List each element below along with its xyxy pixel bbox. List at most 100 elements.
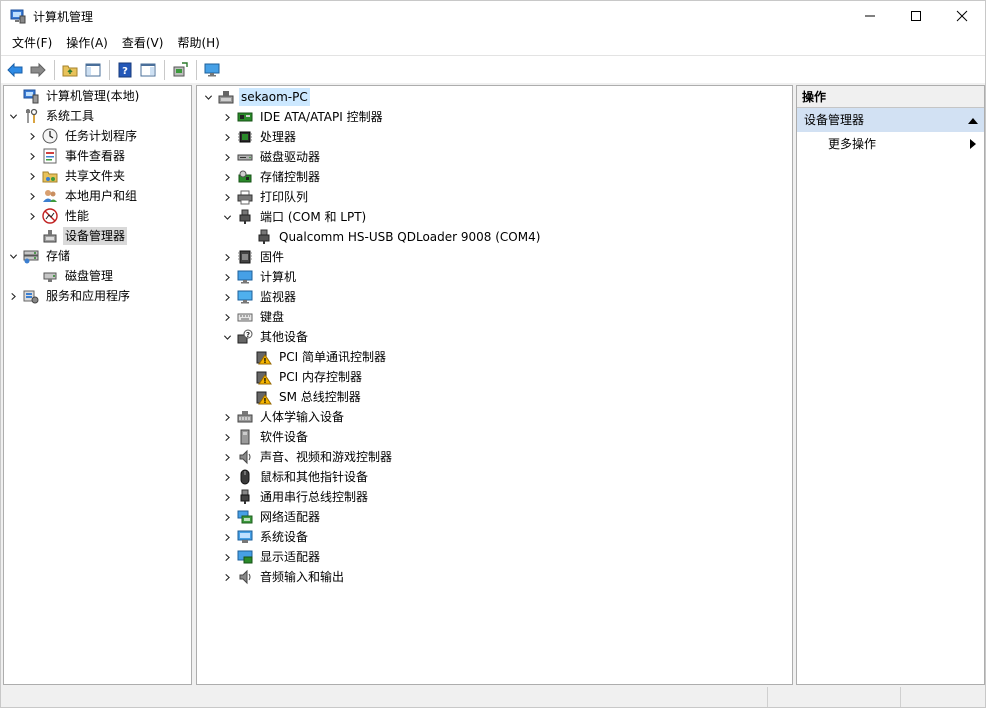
tree-node[interactable]: 磁盘管理 [4, 266, 191, 286]
action-more-actions-label: 更多操作 [828, 137, 877, 151]
tree-node[interactable]: 计算机管理(本地) [4, 86, 191, 106]
chevron-right-icon[interactable] [26, 190, 38, 202]
chevron-right-icon[interactable] [221, 291, 233, 303]
chevron-right-icon[interactable] [26, 210, 38, 222]
tree-node[interactable]: ! SM 总线控制器 [197, 387, 792, 407]
tree-node[interactable]: 存储 [4, 246, 191, 266]
tree-node[interactable]: 固件 [197, 247, 792, 267]
tree-node[interactable]: 系统设备 [197, 527, 792, 547]
actions-section-device-manager[interactable]: 设备管理器 [797, 108, 984, 132]
chevron-right-icon[interactable] [221, 151, 233, 163]
monitor-properties-button[interactable] [201, 59, 223, 81]
chevron-right-icon[interactable] [221, 471, 233, 483]
tree-node[interactable]: ! PCI 内存控制器 [197, 367, 792, 387]
device-tree-pane[interactable]: sekaom-PC IDE ATA/ATAPI 控制器 处理器 磁盘驱动器 存储控制器打… [196, 85, 793, 685]
mouse-icon [237, 469, 253, 485]
action-more-actions[interactable]: 更多操作 [797, 132, 984, 156]
maximize-icon [911, 11, 921, 21]
chevron-right-icon[interactable] [26, 150, 38, 162]
chevron-right-icon[interactable] [221, 411, 233, 423]
tree-node[interactable]: 声音、视频和游戏控制器 [197, 447, 792, 467]
svg-text:?: ? [122, 66, 128, 77]
tree-node[interactable]: 键盘 [197, 307, 792, 327]
chevron-right-icon[interactable] [221, 191, 233, 203]
tree-node[interactable]: 监视器 [197, 287, 792, 307]
chevron-right-icon[interactable] [221, 131, 233, 143]
svg-text:!: ! [263, 357, 266, 365]
console-tree-pane[interactable]: 计算机管理(本地) 系统工具 任务计划程序 事件查看器 共享文件夹 本地用户和组 性能 设备管… [3, 85, 192, 685]
chevron-down-icon[interactable] [221, 211, 233, 223]
tree-node[interactable]: 系统工具 [4, 106, 191, 126]
chevron-right-icon[interactable] [221, 531, 233, 543]
tree-node[interactable]: IDE ATA/ATAPI 控制器 [197, 107, 792, 127]
chevron-down-icon[interactable] [221, 331, 233, 343]
tree-node[interactable]: 磁盘驱动器 [197, 147, 792, 167]
chevron-down-icon[interactable] [7, 110, 19, 122]
tree-node[interactable]: 音频输入和输出 [197, 567, 792, 587]
close-button[interactable] [939, 1, 985, 31]
show-action-pane-button[interactable] [137, 59, 159, 81]
chevron-right-icon[interactable] [221, 511, 233, 523]
tree-node[interactable]: 计算机 [197, 267, 792, 287]
tree-node-label: 键盘 [260, 310, 285, 324]
tree-node[interactable]: 显示适配器 [197, 547, 792, 567]
tree-node[interactable]: Qualcomm HS-USB QDLoader 9008 (COM4) [197, 227, 792, 247]
tree-node-label: PCI 简单通讯控制器 [279, 350, 386, 364]
tree-node[interactable]: 任务计划程序 [4, 126, 191, 146]
tree-node[interactable]: 网络适配器 [197, 507, 792, 527]
tree-node[interactable]: 服务和应用程序 [4, 286, 191, 306]
tree-node[interactable]: ! PCI 简单通讯控制器 [197, 347, 792, 367]
back-button[interactable] [4, 59, 26, 81]
up-level-button[interactable] [59, 59, 81, 81]
chevron-right-icon[interactable] [221, 251, 233, 263]
chevron-right-icon[interactable] [221, 551, 233, 563]
tree-node[interactable]: 通用串行总线控制器 [197, 487, 792, 507]
minimize-button[interactable] [847, 1, 893, 31]
help-button[interactable]: ? [114, 59, 136, 81]
chevron-down-icon[interactable] [7, 250, 19, 262]
chevron-right-icon[interactable] [26, 130, 38, 142]
chevron-right-icon[interactable] [221, 311, 233, 323]
tree-node[interactable]: 存储控制器 [197, 167, 792, 187]
processor-icon [237, 129, 253, 145]
chevron-right-icon[interactable] [26, 170, 38, 182]
tree-node[interactable]: 本地用户和组 [4, 186, 191, 206]
chevron-right-icon[interactable] [221, 431, 233, 443]
chevron-right-icon[interactable] [221, 451, 233, 463]
chevron-right-icon[interactable] [221, 111, 233, 123]
tree-node[interactable]: 性能 [4, 206, 191, 226]
chevron-right-icon[interactable] [221, 571, 233, 583]
tree-node[interactable]: sekaom-PC [197, 87, 792, 107]
forward-button[interactable] [27, 59, 49, 81]
chevron-right-icon[interactable] [7, 290, 19, 302]
storage-controller-icon [237, 169, 253, 185]
tree-node[interactable]: 鼠标和其他指针设备 [197, 467, 792, 487]
scan-hardware-button[interactable] [169, 59, 191, 81]
menu-view[interactable]: 查看(V) [115, 32, 171, 54]
tree-node[interactable]: 软件设备 [197, 427, 792, 447]
maximize-button[interactable] [893, 1, 939, 31]
menu-file[interactable]: 文件(F) [5, 32, 59, 54]
chevron-right-icon[interactable] [221, 171, 233, 183]
tree-node[interactable]: 处理器 [197, 127, 792, 147]
tree-node[interactable]: ? 其他设备 [197, 327, 792, 347]
tree-node[interactable]: 事件查看器 [4, 146, 191, 166]
usb-icon [237, 489, 253, 505]
tree-node[interactable]: 人体学输入设备 [197, 407, 792, 427]
tree-node[interactable]: 共享文件夹 [4, 166, 191, 186]
show-hide-tree-button[interactable] [82, 59, 104, 81]
tree-node-label: 存储 [46, 249, 71, 263]
chevron-right-icon[interactable] [221, 491, 233, 503]
chevron-right-icon[interactable] [221, 271, 233, 283]
collapse-up-icon[interactable] [968, 117, 978, 124]
menu-bar: 文件(F) 操作(A) 查看(V) 帮助(H) [1, 31, 985, 55]
tree-node[interactable]: 设备管理器 [4, 226, 191, 246]
tree-node-label: sekaom-PC [239, 88, 310, 106]
menu-help[interactable]: 帮助(H) [170, 32, 226, 54]
chevron-down-icon[interactable] [202, 91, 214, 103]
title-bar[interactable]: 计算机管理 [1, 1, 985, 31]
tree-node[interactable]: 端口 (COM 和 LPT) [197, 207, 792, 227]
tree-node[interactable]: 打印队列 [197, 187, 792, 207]
menu-action[interactable]: 操作(A) [59, 32, 115, 54]
chevron-placeholder [26, 270, 38, 282]
